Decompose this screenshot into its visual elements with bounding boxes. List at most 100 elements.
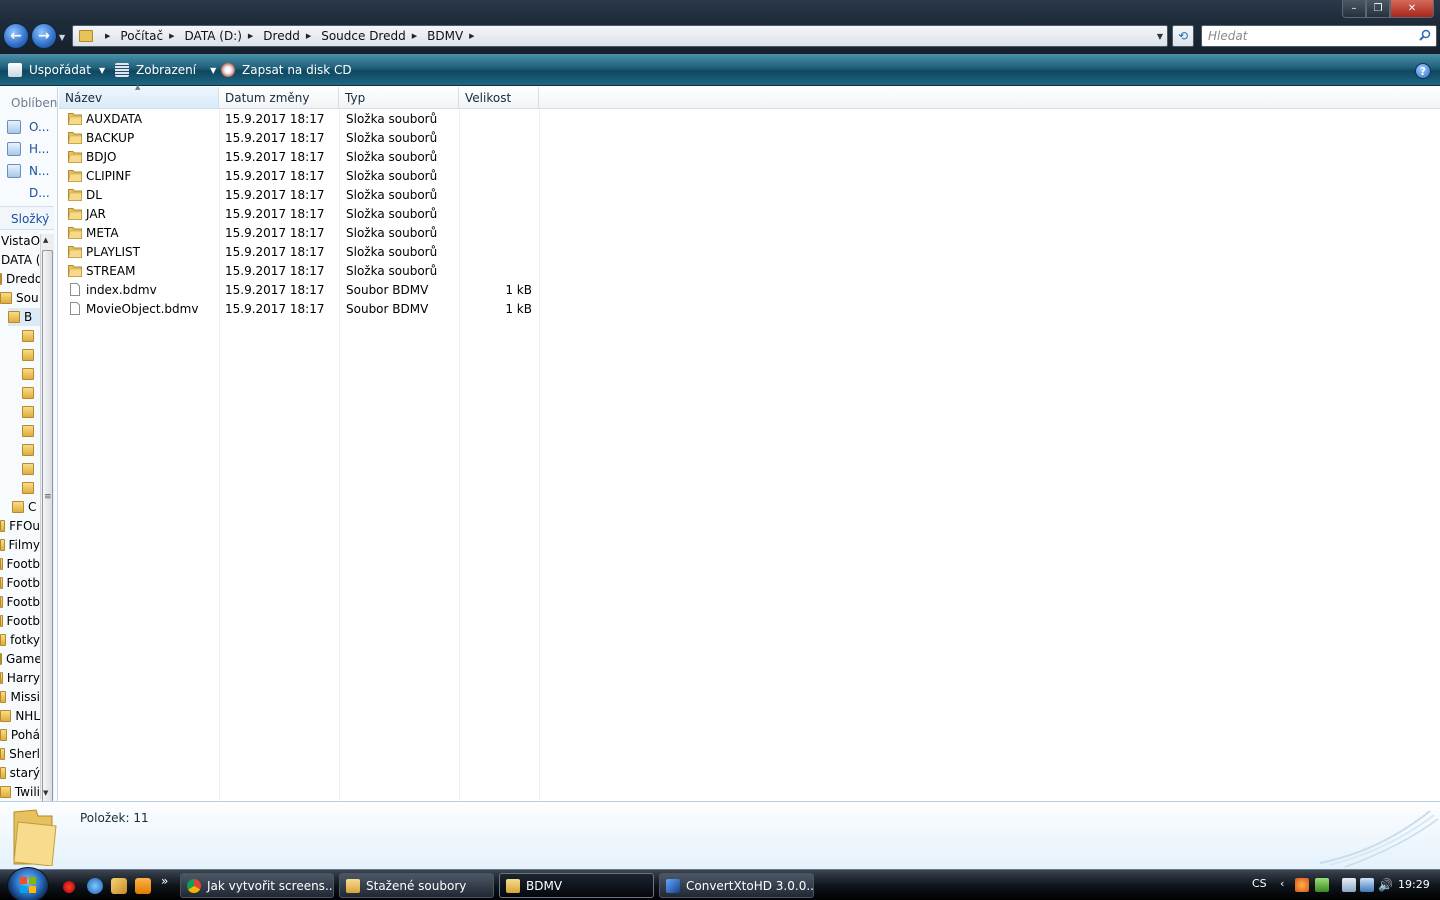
cell-name: MovieObject.bdmv <box>86 302 199 316</box>
network-icon[interactable] <box>1360 878 1374 892</box>
search-icon[interactable] <box>1419 29 1431 41</box>
tree-item[interactable] <box>22 346 40 364</box>
tree-item[interactable]: Sherl <box>0 745 40 763</box>
tree-item[interactable]: fotky <box>0 631 40 649</box>
tree-item[interactable]: starý <box>0 764 40 782</box>
usb-tray-icon[interactable] <box>1342 878 1356 892</box>
tree-item[interactable]: B <box>8 308 40 326</box>
favorite-link-recent[interactable]: N... <box>7 164 49 178</box>
table-row[interactable]: MovieObject.bdmv 15.9.2017 18:17 Soubor BD… <box>59 300 539 319</box>
volume-icon[interactable]: 🔊 <box>1378 878 1393 892</box>
burn-cd-button[interactable]: Zapsat na disk CD <box>221 62 352 78</box>
chevron-down-icon[interactable]: ▼ <box>1157 32 1163 41</box>
column-header-type[interactable]: Typ <box>339 87 459 109</box>
tree-item[interactable]: Missi <box>0 688 40 706</box>
favorite-link-documents[interactable]: O... <box>7 120 49 134</box>
forward-button[interactable]: → <box>31 23 57 49</box>
address-bar[interactable]: ▶ Počítač ▶ DATA (D:) ▶ Dredd ▶ Soudce D… <box>72 25 1168 47</box>
show-hidden-icons-button[interactable]: ‹ <box>1280 877 1284 890</box>
tree-item[interactable] <box>22 365 40 383</box>
table-row[interactable]: CLIPINF 15.9.2017 18:17 Složka souborů <box>59 167 539 186</box>
tree-item[interactable] <box>22 384 40 402</box>
maximize-button[interactable]: ❐ <box>1366 0 1390 18</box>
tree-item[interactable] <box>22 460 40 478</box>
media-player-icon[interactable] <box>135 878 151 894</box>
start-button[interactable] <box>7 867 49 900</box>
firefox-tray-icon[interactable] <box>1295 878 1309 892</box>
chevron-right-icon[interactable]: ▶ <box>169 32 174 40</box>
favorite-link-more[interactable]: D... <box>7 186 50 200</box>
column-header-name[interactable]: ▲ Název <box>59 83 219 109</box>
music-icon <box>7 142 21 156</box>
views-button[interactable]: Zobrazení ▼ <box>115 62 216 78</box>
quicklaunch-app-icon[interactable] <box>63 881 75 893</box>
tree-item[interactable] <box>22 422 40 440</box>
search-input[interactable]: Hledat <box>1201 25 1437 47</box>
scroll-down-icon[interactable]: ▼ <box>43 789 48 797</box>
close-button[interactable]: ✕ <box>1390 0 1434 18</box>
table-row[interactable]: BDJO 15.9.2017 18:17 Složka souborů <box>59 148 539 167</box>
chevron-right-icon[interactable]: ▶ <box>105 32 110 40</box>
tree-item[interactable]: Filmy <box>0 536 40 554</box>
tree-item[interactable]: Footb <box>0 574 40 592</box>
tree-item[interactable] <box>22 327 40 345</box>
taskbar-button-chrome[interactable]: Jak vytvořit screens... <box>180 873 334 898</box>
clock[interactable]: 19:29 <box>1398 878 1430 891</box>
taskbar-button-convertxtohd[interactable]: ConvertXtoHD 3.0.0.... <box>659 873 814 898</box>
recent-pages-dropdown[interactable]: ▼ <box>59 33 65 42</box>
column-header-date[interactable]: Datum změny <box>219 87 339 109</box>
taskbar-button-downloads[interactable]: Stažené soubory <box>339 873 494 898</box>
tree-scrollbar[interactable]: ▲ ≡ ▼ <box>40 234 54 801</box>
breadcrumb-pocitac[interactable]: Počítač <box>120 29 163 43</box>
tree-item[interactable]: NHL <box>0 707 40 725</box>
table-row[interactable]: META 15.9.2017 18:17 Složka souborů <box>59 224 539 243</box>
minimize-button[interactable]: – <box>1342 0 1366 18</box>
tree-item[interactable]: C <box>12 498 40 516</box>
tree-item[interactable]: Footb <box>0 593 40 611</box>
breadcrumb-dredd[interactable]: Dredd <box>263 29 300 43</box>
tree-item[interactable]: Sou <box>0 289 40 307</box>
table-row[interactable]: AUXDATA 15.9.2017 18:17 Složka souborů <box>59 110 539 129</box>
column-header-size[interactable]: Velikost <box>459 87 539 109</box>
table-row[interactable]: STREAM 15.9.2017 18:17 Složka souborů <box>59 262 539 281</box>
refresh-button[interactable]: ⟲ <box>1172 25 1194 47</box>
update-tray-icon[interactable] <box>1315 878 1329 892</box>
table-row[interactable]: index.bdmv 15.9.2017 18:17 Soubor BDMV 1 kB <box>59 281 539 300</box>
breadcrumb-bdmv[interactable]: BDMV <box>427 29 463 43</box>
tree-item[interactable] <box>22 403 40 421</box>
tree-item[interactable]: Twili <box>0 783 40 801</box>
table-row[interactable]: DL 15.9.2017 18:17 Složka souborů <box>59 186 539 205</box>
tree-item[interactable]: Dredd <box>0 270 40 288</box>
breadcrumb-data-d[interactable]: DATA (D:) <box>185 29 242 43</box>
tree-item[interactable] <box>22 441 40 459</box>
chevron-right-icon[interactable]: ▶ <box>306 32 311 40</box>
breadcrumb-soudce-dredd[interactable]: Soudce Dredd <box>321 29 406 43</box>
tree-item[interactable]: VistaOS <box>1 232 40 250</box>
organize-button[interactable]: Uspořádat ▼ <box>8 62 105 78</box>
table-row[interactable]: BACKUP 15.9.2017 18:17 Složka souborů <box>59 129 539 148</box>
tree-item[interactable]: Footb <box>0 612 40 630</box>
tree-item[interactable]: Pohá <box>0 726 40 744</box>
scroll-up-icon[interactable]: ▲ <box>43 236 48 244</box>
tree-item[interactable]: Game <box>0 650 40 668</box>
tree-item[interactable]: DATA ( <box>1 251 40 269</box>
language-indicator[interactable]: CS <box>1252 877 1267 890</box>
taskbar-button-bdmv[interactable]: BDMV <box>499 873 654 898</box>
chevron-right-icon[interactable]: ▶ <box>412 32 417 40</box>
tree-item[interactable]: Footb <box>0 555 40 573</box>
switch-windows-icon[interactable] <box>111 878 127 894</box>
table-row[interactable]: JAR 15.9.2017 18:17 Složka souborů <box>59 205 539 224</box>
scrollbar-thumb[interactable] <box>42 250 53 801</box>
tree-item[interactable] <box>22 479 40 497</box>
chevron-right-icon[interactable]: ▶ <box>248 32 253 40</box>
tree-item[interactable]: Harry <box>0 669 40 687</box>
chevron-right-icon[interactable]: ▶ <box>469 32 474 40</box>
back-button[interactable]: ← <box>3 23 29 49</box>
tree-item[interactable]: FFOu <box>0 517 40 535</box>
help-icon[interactable]: ? <box>1415 63 1431 79</box>
favorite-link-music[interactable]: H... <box>7 142 49 156</box>
folders-toggle[interactable]: Složky ˅ <box>0 206 54 230</box>
table-row[interactable]: PLAYLIST 15.9.2017 18:17 Složka souborů <box>59 243 539 262</box>
quicklaunch-more-button[interactable]: » <box>161 874 168 888</box>
internet-explorer-icon[interactable] <box>87 878 103 894</box>
